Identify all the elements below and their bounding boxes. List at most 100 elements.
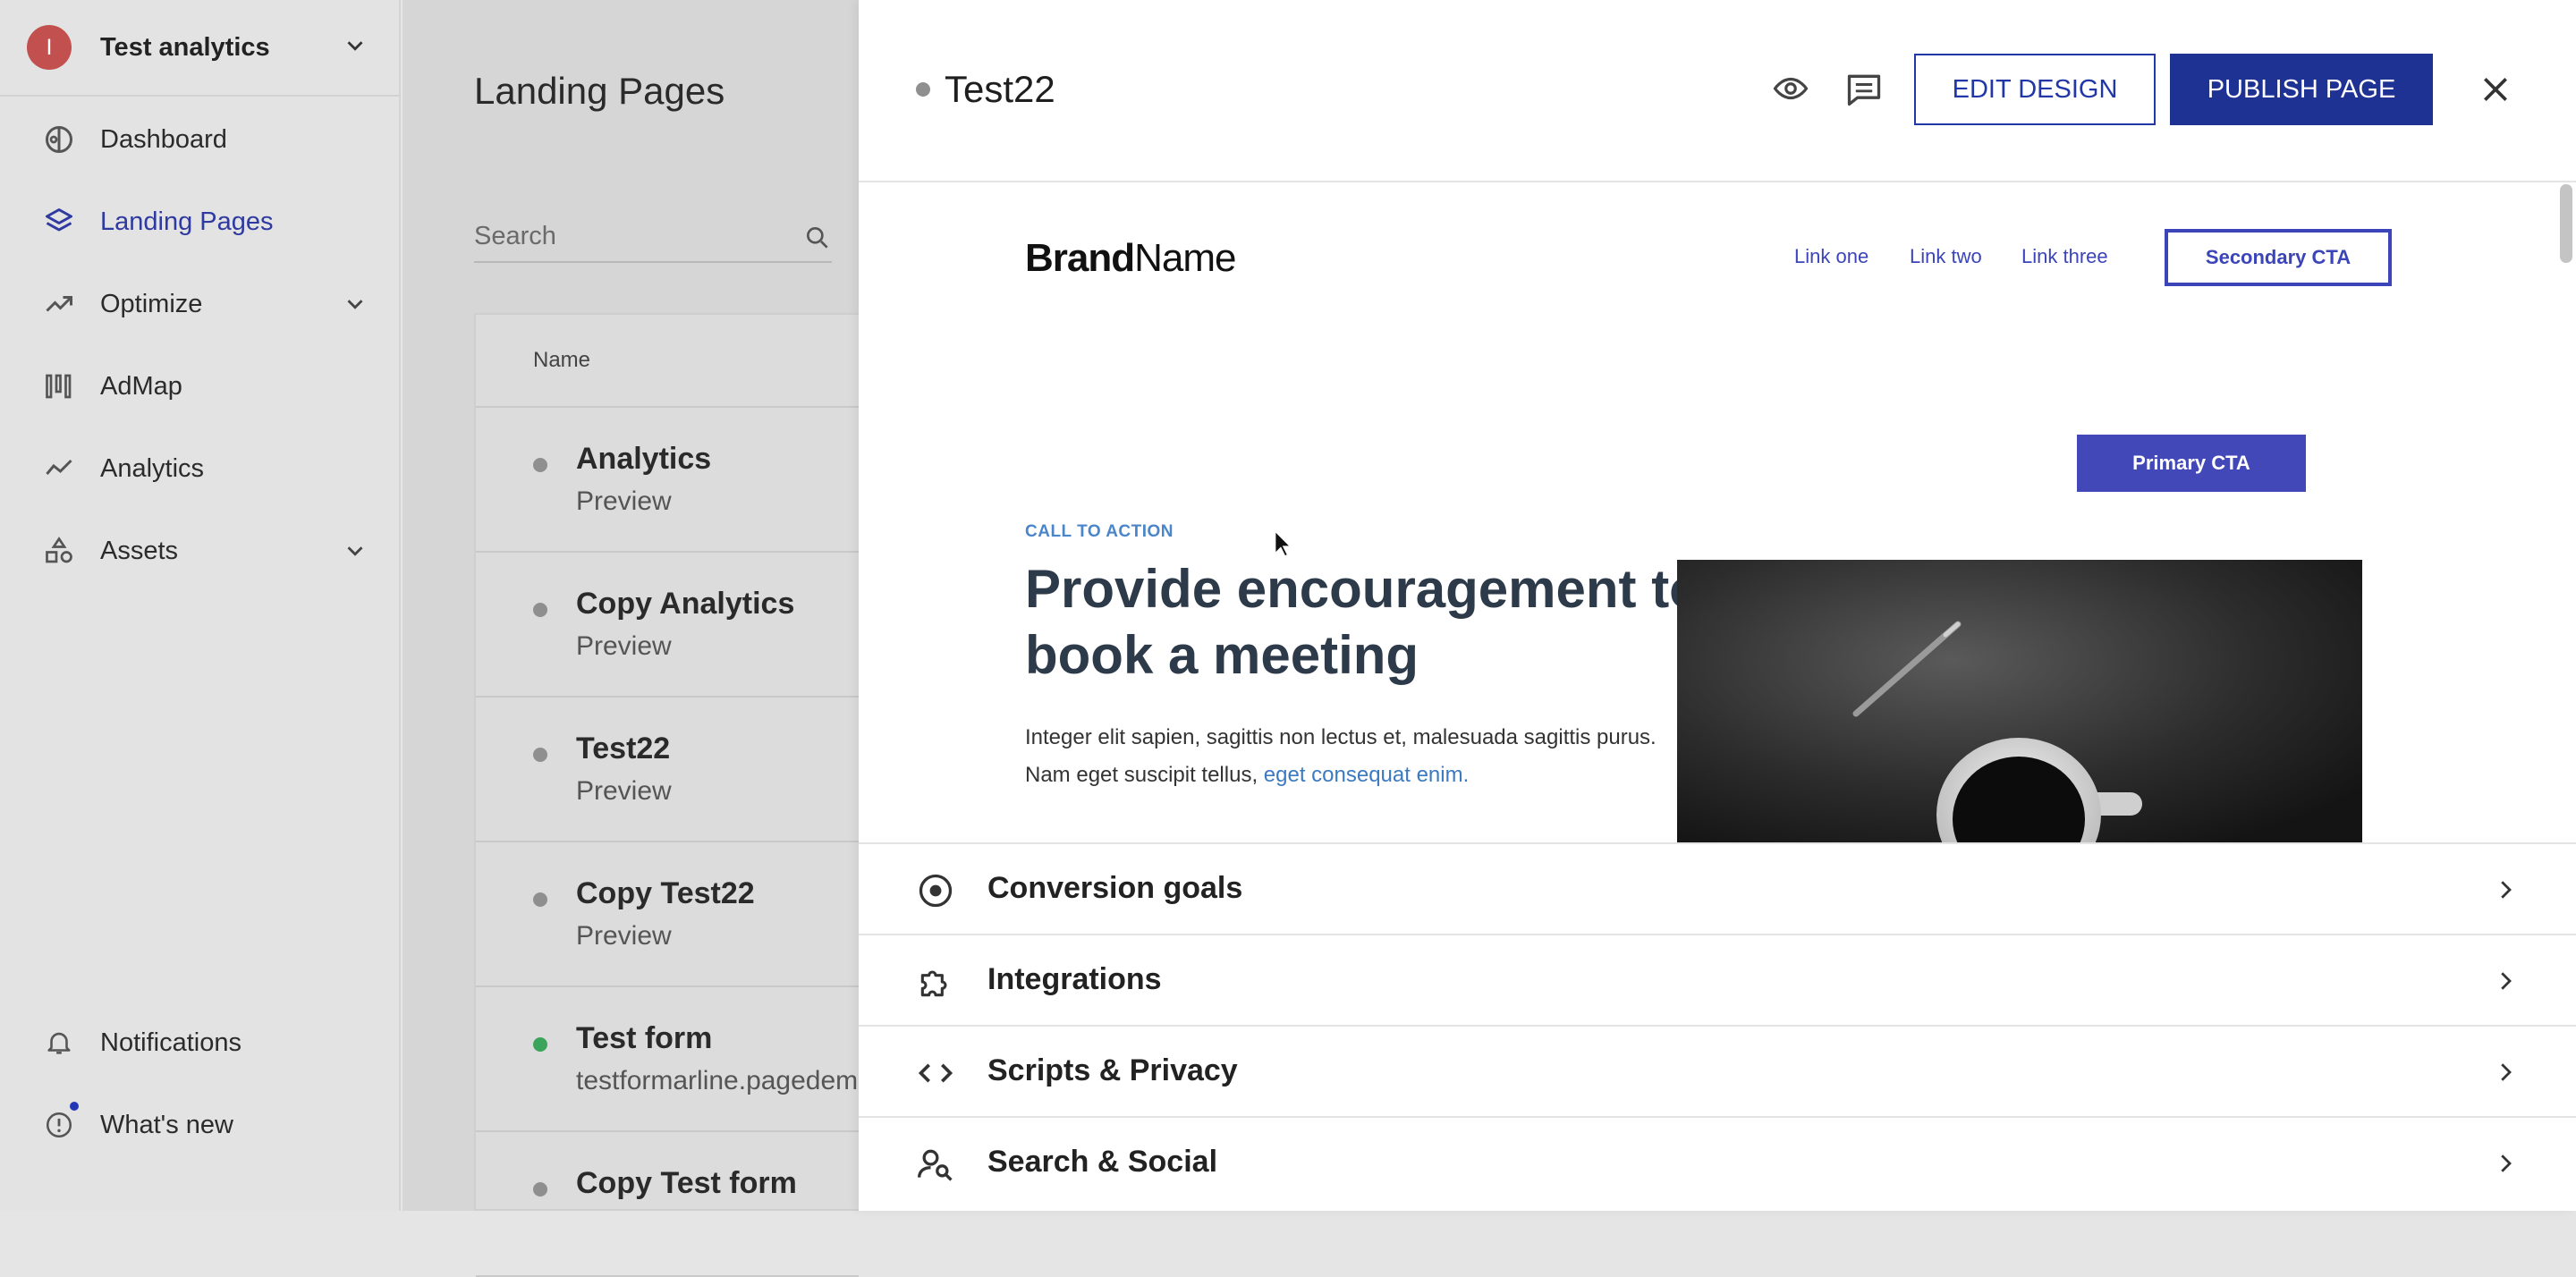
sidebar-item-admap[interactable]: AdMap [0,345,401,427]
status-dot [916,82,930,97]
shapes-icon [41,533,77,569]
sidebar-item-landing-pages[interactable]: Landing Pages [0,181,401,263]
sidebar-item-label: AdMap [100,371,182,401]
mouse-cursor-icon [1274,529,1292,558]
preview-eyebrow: CALL TO ACTION [1025,522,1174,541]
preview-headline: Provide encouragement to book a meeting [1025,559,1702,685]
sidebar-item-analytics[interactable]: Analytics [0,427,401,510]
row-name: Copy Test form [576,1166,797,1200]
section-integrations[interactable]: Integrations [859,934,2576,1025]
layers-icon [41,204,77,240]
table-row[interactable]: Copy Test form [476,1132,859,1277]
status-dot [533,892,547,907]
workspace-name: Test analytics [100,32,270,62]
sidebar-item-label: What's new [100,1110,233,1139]
person-search-icon [918,1149,953,1181]
pages-table: Name Analytics Preview Copy Analytics Pr… [474,313,859,1277]
chevron-down-icon [347,41,363,51]
code-icon [918,1063,953,1083]
status-dot [533,458,547,472]
status-dot [533,1037,547,1052]
chevron-right-icon [2501,972,2512,990]
row-sub: Preview [576,486,672,516]
sidebar-item-label: Assets [100,536,179,565]
new-badge [68,1100,80,1112]
close-icon[interactable] [2478,72,2513,107]
search-icon[interactable] [803,224,832,252]
preview-hero-image [1677,560,2362,842]
table-row[interactable]: Analytics Preview [476,408,859,553]
workspace-avatar: I [27,25,72,70]
row-sub: Preview [576,631,672,661]
preview-body: Integer elit sapien, sagittis non lectus… [1025,725,1657,787]
trend-up-icon [41,286,77,322]
sidebar: I Test analytics Dashboard Landing Pages… [0,0,401,1211]
preview-brand-logo: BrandName [1025,236,1237,280]
comment-icon[interactable] [1844,70,1884,109]
chevron-right-icon [2501,881,2512,899]
chevron-down-icon [347,546,363,556]
edit-design-button[interactable]: EDIT DESIGN [1914,54,2156,125]
chevron-right-icon [2501,1154,2512,1172]
detail-title: Test22 [945,68,1055,110]
chevron-right-icon [2501,1063,2512,1081]
sidebar-item-label: Dashboard [100,124,227,154]
table-row[interactable]: Test22 Preview [476,698,859,842]
table-row[interactable]: Copy Test22 Preview [476,842,859,987]
analytics-line-icon [41,451,77,486]
section-label: Scripts & Privacy [987,1053,1238,1087]
bell-icon [41,1025,77,1061]
section-search-social[interactable]: Search & Social [859,1116,2576,1207]
sidebar-item-assets[interactable]: Assets [0,510,401,592]
section-label: Search & Social [987,1145,1218,1179]
status-dot [533,748,547,762]
search-placeholder: Search [474,222,556,250]
status-dot [533,1182,547,1197]
chevron-down-icon [347,300,363,309]
row-name: Analytics [576,442,712,476]
sidebar-item-whats-new[interactable]: What's new [0,1084,401,1166]
dashboard-icon [41,122,77,157]
section-conversion-goals[interactable]: Conversion goals [859,842,2576,934]
sidebar-item-optimize[interactable]: Optimize [0,263,401,345]
section-label: Conversion goals [987,871,1243,905]
eye-icon[interactable] [1769,70,1812,107]
section-scripts-privacy[interactable]: Scripts & Privacy [859,1025,2576,1116]
target-icon [919,874,953,908]
info-circle-icon [41,1107,77,1143]
row-sub: testformarline.pagedem [576,1066,859,1095]
sidebar-item-notifications[interactable]: Notifications [0,1002,401,1084]
row-name: Copy Test22 [576,876,755,910]
preview-body-link[interactable]: eget consequat enim. [1264,763,1470,787]
page-preview[interactable]: BrandName Link one Link two Link three S… [859,184,2576,842]
row-sub: Preview [576,921,672,951]
workspace-switcher[interactable]: I Test analytics [0,0,401,97]
puzzle-icon [920,970,947,997]
table-row[interactable]: Test form testformarline.pagedem [476,987,859,1132]
preview-link-two[interactable]: Link two [1910,245,1982,268]
sidebar-item-label: Analytics [100,453,205,483]
search-input[interactable]: Search [474,215,832,263]
row-name: Copy Analytics [576,587,795,621]
sidebar-item-label: Landing Pages [100,207,274,236]
row-sub: Preview [576,776,672,806]
row-name: Test22 [576,732,671,765]
page-detail-panel: Test22 EDIT DESIGN PUBLISH PAGE BrandNam… [859,0,2576,1211]
detail-header: Test22 EDIT DESIGN PUBLISH PAGE [859,0,2576,182]
table-row[interactable]: Copy Analytics Preview [476,553,859,698]
landing-pages-list-panel: Landing Pages Search Name Analytics Prev… [402,0,859,1277]
status-dot [533,603,547,617]
preview-primary-cta[interactable]: Primary CTA [2077,435,2306,492]
admap-icon [41,368,77,404]
column-header-name[interactable]: Name [476,315,859,408]
preview-secondary-cta[interactable]: Secondary CTA [2165,229,2392,286]
sidebar-item-label: Optimize [100,289,203,318]
section-label: Integrations [987,962,1162,996]
page-title: Landing Pages [474,70,725,112]
preview-link-three[interactable]: Link three [2021,245,2108,268]
preview-link-one[interactable]: Link one [1794,245,1868,268]
preview-scrollbar[interactable] [2560,184,2572,263]
sidebar-item-label: Notifications [100,1028,242,1057]
sidebar-item-dashboard[interactable]: Dashboard [0,98,401,181]
publish-page-button[interactable]: PUBLISH PAGE [2170,54,2433,125]
